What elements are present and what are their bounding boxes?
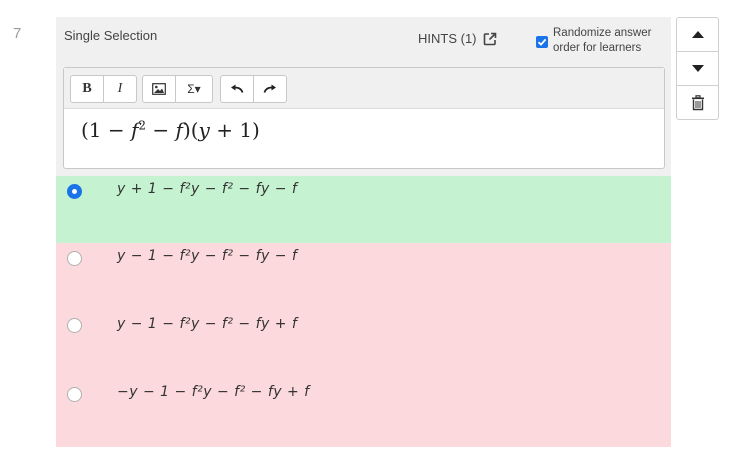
math-part: − xyxy=(146,118,176,142)
question-number: 7 xyxy=(13,25,22,42)
external-link-icon xyxy=(483,32,497,46)
history-group xyxy=(220,75,287,103)
question-side-controls xyxy=(676,17,719,120)
format-group: B I xyxy=(70,75,137,103)
answer-radio-2[interactable] xyxy=(67,251,82,266)
randomize-label-line2: order for learners xyxy=(553,42,642,54)
question-type-label: Single Selection xyxy=(64,28,158,43)
answer-radio-1[interactable] xyxy=(67,184,82,199)
editor-toolbar: B I Σ▾ xyxy=(64,68,664,109)
image-icon xyxy=(152,83,166,95)
answer-option-2[interactable]: y − 1 − f²y − f² − fy − f xyxy=(56,243,671,310)
redo-button[interactable] xyxy=(254,76,286,102)
hints-label: HINTS (1) xyxy=(418,31,477,46)
math-exponent: 2 xyxy=(138,118,147,133)
insert-group: Σ▾ xyxy=(142,75,213,103)
move-down-icon xyxy=(691,65,704,72)
move-down-button[interactable] xyxy=(677,52,718,85)
answer-text-3: y − 1 − f²y − f² − fy + f xyxy=(117,316,298,332)
randomize-label: Randomize answer order for learners xyxy=(553,26,651,56)
math-part: + 1) xyxy=(209,118,260,142)
answer-option-4[interactable]: −y − 1 − f²y − f² − fy + f xyxy=(56,377,671,447)
randomize-checkbox[interactable] xyxy=(536,36,548,48)
editor-math-content[interactable]: (1 − f2 − f)(y + 1) xyxy=(81,118,260,142)
randomize-label-line1: Randomize answer xyxy=(553,27,652,39)
hints-link[interactable]: HINTS (1) xyxy=(418,31,497,46)
math-var: y xyxy=(198,118,210,142)
move-up-button[interactable] xyxy=(677,18,718,51)
checkmark-icon xyxy=(537,38,547,46)
answer-text-4: −y − 1 − f²y − f² − fy + f xyxy=(117,384,310,400)
bold-button[interactable]: B xyxy=(71,76,104,102)
answer-editor[interactable]: B I Σ▾ (1 − f2 − f)(y + 1) xyxy=(63,67,665,169)
answer-option-3[interactable]: y − 1 − f²y − f² − fy + f xyxy=(56,310,671,377)
undo-icon xyxy=(231,84,244,93)
italic-button[interactable]: I xyxy=(104,76,136,102)
answer-radio-4[interactable] xyxy=(67,387,82,402)
trash-icon xyxy=(691,94,704,110)
delete-button[interactable] xyxy=(677,86,718,119)
math-var: f xyxy=(175,118,183,142)
answer-option-1[interactable]: y + 1 − f²y − f² − fy − f xyxy=(56,176,671,243)
redo-icon xyxy=(263,84,276,93)
answer-text-1: y + 1 − f²y − f² − fy − f xyxy=(117,181,298,197)
answer-text-2: y − 1 − f²y − f² − fy − f xyxy=(117,248,298,264)
math-part: )( xyxy=(182,118,199,142)
move-up-icon xyxy=(691,31,704,38)
undo-button[interactable] xyxy=(221,76,254,102)
math-part: (1 − xyxy=(81,118,131,142)
insert-image-button[interactable] xyxy=(143,76,176,102)
insert-equation-button[interactable]: Σ▾ xyxy=(176,76,212,102)
answer-radio-3[interactable] xyxy=(67,318,82,333)
